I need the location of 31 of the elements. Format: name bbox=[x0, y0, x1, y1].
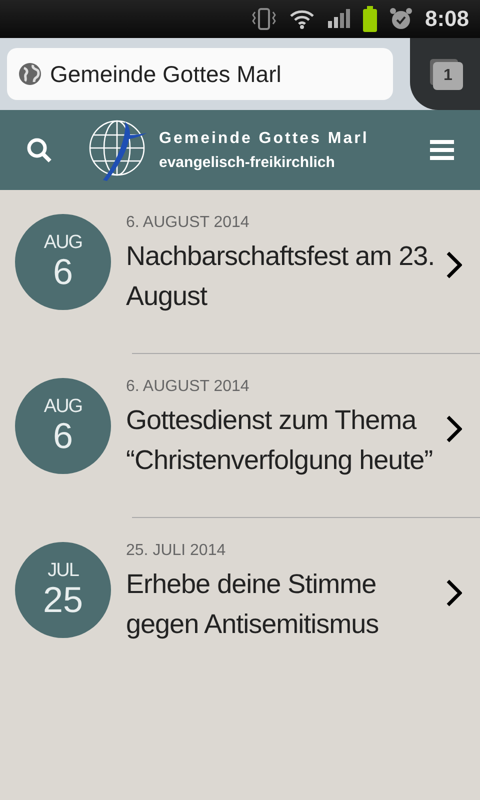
post-title: Gottesdienst zum Thema “Christenverfolgung heute” bbox=[126, 404, 434, 477]
badge-day: 25 bbox=[42, 581, 84, 619]
post-item[interactable]: AUG 6 6. AUGUST 2014 Nachbarschaftsfest am 23. August bbox=[0, 190, 480, 354]
signal-icon bbox=[326, 9, 351, 29]
post-date: 6. AUGUST 2014 bbox=[126, 378, 250, 396]
badge-day: 6 bbox=[52, 417, 74, 455]
menu-icon[interactable] bbox=[430, 139, 454, 161]
post-title: Erhebe deine Stimme gegen Antisemitismus bbox=[126, 568, 380, 641]
chevron-right-icon bbox=[446, 579, 462, 607]
wifi-icon bbox=[288, 8, 315, 30]
badge-month: AUG bbox=[44, 233, 82, 253]
alarm-icon bbox=[388, 7, 413, 31]
search-icon[interactable] bbox=[26, 137, 52, 163]
chevron-right-icon bbox=[446, 415, 462, 443]
post-date: 25. JULI 2014 bbox=[126, 542, 227, 560]
clock-time: 8:08 bbox=[424, 6, 469, 32]
site-title: Gemeinde Gottes Marl bbox=[159, 130, 369, 148]
post-title: Nachbarschaftsfest am 23. August bbox=[126, 240, 436, 313]
badge-month: JUL bbox=[48, 561, 78, 581]
post-item[interactable]: JUL 25 25. JULI 2014 Erhebe deine Stimme gegen Antisemitismus bbox=[0, 518, 480, 682]
globe-icon bbox=[18, 62, 42, 86]
badge-month: AUG bbox=[44, 397, 82, 417]
badge-day: 6 bbox=[52, 253, 74, 291]
address-field[interactable]: Gemeinde Gottes Marl bbox=[7, 48, 393, 100]
post-item[interactable]: AUG 6 6. AUGUST 2014 Gottesdienst zum Thema “Christenverfolgung heute” bbox=[0, 354, 480, 518]
battery-icon bbox=[362, 6, 377, 32]
tabs-button[interactable]: 1 bbox=[433, 62, 463, 90]
site-subtitle: evangelisch-freikirchlich bbox=[159, 154, 336, 170]
vibrate-icon bbox=[250, 6, 277, 32]
chevron-right-icon bbox=[446, 251, 462, 279]
post-date: 6. AUGUST 2014 bbox=[126, 214, 250, 232]
